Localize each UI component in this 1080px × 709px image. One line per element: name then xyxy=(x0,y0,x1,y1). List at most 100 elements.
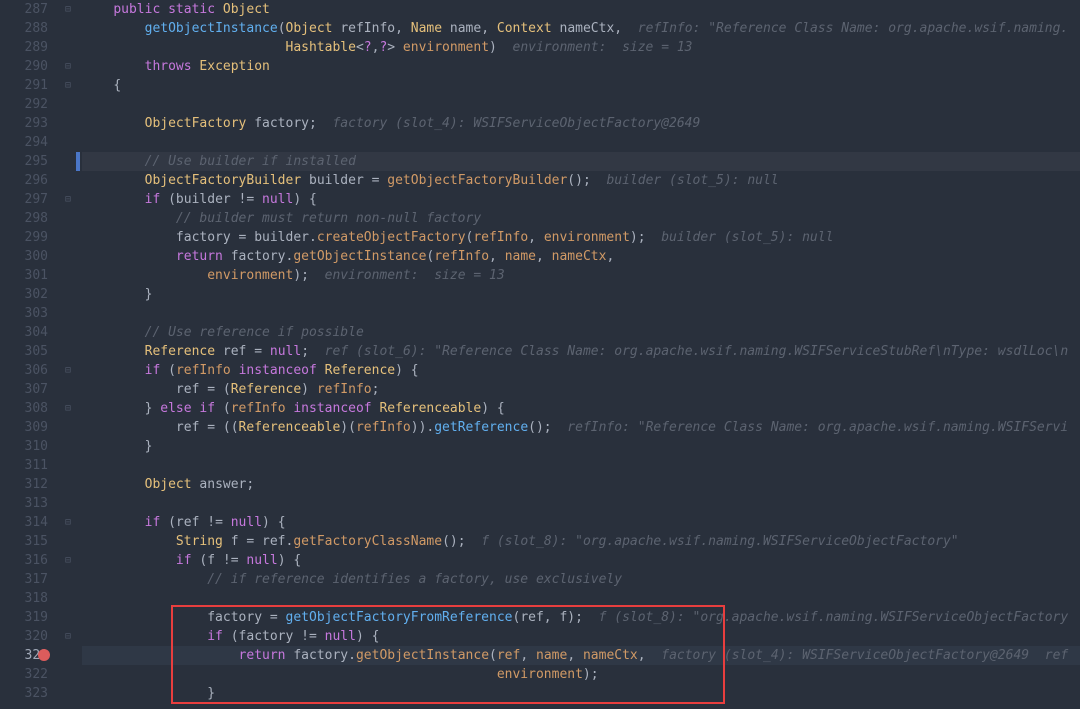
code-line[interactable]: Hashtable<?,?> environment) environment:… xyxy=(82,38,1080,57)
fold-marker[interactable] xyxy=(60,646,76,665)
fold-marker[interactable] xyxy=(60,475,76,494)
code-line[interactable] xyxy=(82,494,1080,513)
line-number[interactable]: 311 xyxy=(0,456,48,475)
line-number[interactable]: 294 xyxy=(0,133,48,152)
code-line[interactable]: ref = ((Referenceable)(refInfo)).getRefe… xyxy=(82,418,1080,437)
fold-marker[interactable] xyxy=(60,285,76,304)
fold-marker[interactable] xyxy=(60,532,76,551)
line-number[interactable]: 308 xyxy=(0,399,48,418)
fold-marker[interactable]: ⊟ xyxy=(60,361,76,380)
code-line[interactable]: } xyxy=(82,684,1080,703)
fold-marker[interactable] xyxy=(60,684,76,703)
fold-marker[interactable]: ⊟ xyxy=(60,76,76,95)
line-number[interactable]: 306 xyxy=(0,361,48,380)
line-number[interactable]: 313 xyxy=(0,494,48,513)
code-line[interactable]: if (builder != null) { xyxy=(82,190,1080,209)
code-line[interactable]: // if reference identifies a factory, us… xyxy=(82,570,1080,589)
fold-marker[interactable] xyxy=(60,304,76,323)
breakpoint-icon[interactable] xyxy=(38,649,50,661)
code-line[interactable]: return factory.getObjectInstance(refInfo… xyxy=(82,247,1080,266)
code-area[interactable]: public static Object getObjectInstance(O… xyxy=(76,0,1080,709)
code-line[interactable]: ObjectFactoryBuilder builder = getObject… xyxy=(82,171,1080,190)
fold-gutter[interactable]: ⊟⊟⊟⊟⊟⊟⊟⊟⊟ xyxy=(60,0,76,709)
line-number[interactable]: 293 xyxy=(0,114,48,133)
code-line[interactable]: environment); environment: size = 13 xyxy=(82,266,1080,285)
line-number[interactable]: 297 xyxy=(0,190,48,209)
code-line[interactable]: } xyxy=(82,285,1080,304)
code-line[interactable]: Reference ref = null; ref (slot_6): "Ref… xyxy=(82,342,1080,361)
code-line[interactable]: // builder must return non-null factory xyxy=(82,209,1080,228)
code-line[interactable] xyxy=(82,133,1080,152)
line-number[interactable]: 290 xyxy=(0,57,48,76)
fold-marker[interactable]: ⊟ xyxy=(60,513,76,532)
code-line[interactable] xyxy=(82,589,1080,608)
fold-marker[interactable] xyxy=(60,209,76,228)
line-number[interactable]: 312 xyxy=(0,475,48,494)
fold-marker[interactable] xyxy=(60,152,76,171)
fold-marker[interactable]: ⊟ xyxy=(60,627,76,646)
line-number[interactable]: 289 xyxy=(0,38,48,57)
fold-marker[interactable] xyxy=(60,19,76,38)
line-number[interactable]: 310 xyxy=(0,437,48,456)
line-number[interactable]: 302 xyxy=(0,285,48,304)
line-number[interactable]: 323 xyxy=(0,684,48,703)
line-number[interactable]: 304 xyxy=(0,323,48,342)
code-line[interactable]: ref = (Reference) refInfo; xyxy=(82,380,1080,399)
fold-marker[interactable] xyxy=(60,228,76,247)
code-line[interactable]: // Use builder if installed xyxy=(82,152,1080,171)
fold-marker[interactable] xyxy=(60,266,76,285)
fold-marker[interactable] xyxy=(60,133,76,152)
fold-marker[interactable] xyxy=(60,665,76,684)
line-number[interactable]: 318 xyxy=(0,589,48,608)
fold-marker[interactable] xyxy=(60,589,76,608)
code-line[interactable]: environment); xyxy=(82,665,1080,684)
line-number[interactable]: 288 xyxy=(0,19,48,38)
fold-marker[interactable]: ⊟ xyxy=(60,551,76,570)
code-line[interactable]: String f = ref.getFactoryClassName(); f … xyxy=(82,532,1080,551)
fold-marker[interactable] xyxy=(60,608,76,627)
line-number[interactable]: 292 xyxy=(0,95,48,114)
fold-marker[interactable] xyxy=(60,342,76,361)
line-number[interactable]: 316 xyxy=(0,551,48,570)
fold-marker[interactable] xyxy=(60,323,76,342)
fold-marker[interactable] xyxy=(60,494,76,513)
fold-marker[interactable] xyxy=(60,114,76,133)
line-number[interactable]: 305 xyxy=(0,342,48,361)
fold-marker[interactable] xyxy=(60,456,76,475)
code-line[interactable]: ObjectFactory factory; factory (slot_4):… xyxy=(82,114,1080,133)
fold-marker[interactable] xyxy=(60,38,76,57)
code-line[interactable] xyxy=(82,95,1080,114)
code-line[interactable] xyxy=(82,456,1080,475)
fold-marker[interactable] xyxy=(60,247,76,266)
fold-marker[interactable] xyxy=(60,380,76,399)
code-line[interactable]: if (factory != null) { xyxy=(82,627,1080,646)
code-editor[interactable]: 2872882892902912922932942952962972982993… xyxy=(0,0,1080,709)
fold-marker[interactable]: ⊟ xyxy=(60,0,76,19)
fold-marker[interactable] xyxy=(60,95,76,114)
code-line[interactable]: if (refInfo instanceof Reference) { xyxy=(82,361,1080,380)
fold-marker[interactable] xyxy=(60,570,76,589)
line-number[interactable]: 320 xyxy=(0,627,48,646)
fold-marker[interactable] xyxy=(60,437,76,456)
code-line[interactable]: if (ref != null) { xyxy=(82,513,1080,532)
fold-marker[interactable]: ⊟ xyxy=(60,190,76,209)
code-line[interactable]: factory = builder.createObjectFactory(re… xyxy=(82,228,1080,247)
line-number[interactable]: 315 xyxy=(0,532,48,551)
line-number[interactable]: 296 xyxy=(0,171,48,190)
code-line[interactable]: { xyxy=(82,76,1080,95)
code-line[interactable]: } else if (refInfo instanceof Referencea… xyxy=(82,399,1080,418)
line-number[interactable]: 321 xyxy=(0,646,48,665)
fold-marker[interactable]: ⊟ xyxy=(60,57,76,76)
line-number[interactable]: 295 xyxy=(0,152,48,171)
line-number[interactable]: 309 xyxy=(0,418,48,437)
code-line[interactable]: if (f != null) { xyxy=(82,551,1080,570)
line-number[interactable]: 291 xyxy=(0,76,48,95)
line-number[interactable]: 314 xyxy=(0,513,48,532)
code-line[interactable]: } xyxy=(82,437,1080,456)
code-line[interactable]: Object answer; xyxy=(82,475,1080,494)
code-line[interactable]: getObjectInstance(Object refInfo, Name n… xyxy=(82,19,1080,38)
line-number[interactable]: 307 xyxy=(0,380,48,399)
line-number[interactable]: 317 xyxy=(0,570,48,589)
fold-marker[interactable] xyxy=(60,418,76,437)
line-number[interactable]: 299 xyxy=(0,228,48,247)
